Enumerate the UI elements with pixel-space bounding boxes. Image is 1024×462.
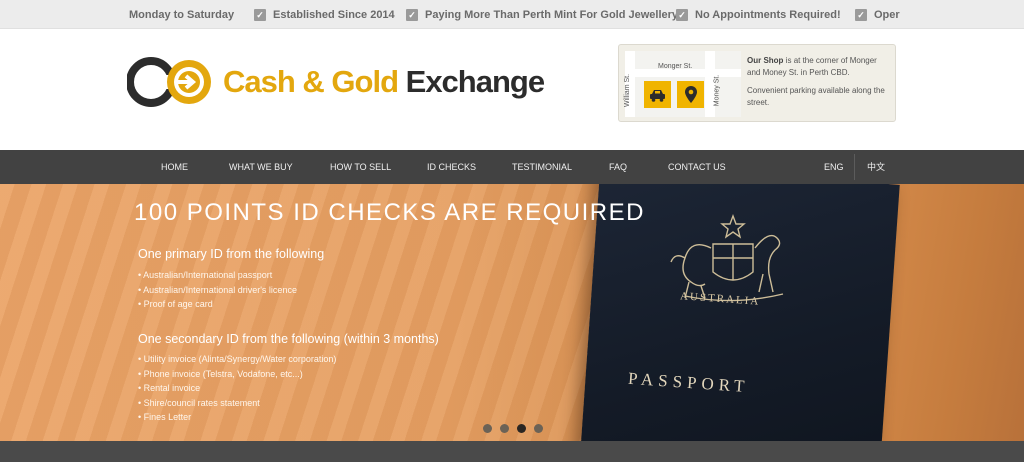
slider-pagination [483,424,551,433]
list-item-text: Proof of age card [143,299,213,310]
topbar-item-label: No Appointments Required! [695,8,841,21]
list-item-text: Australian/International driver's licenc… [143,284,297,295]
gold-coin-arrow-logo-icon [127,57,211,107]
nav-item-what-we-buy[interactable]: WHAT WE BUY [229,150,293,184]
content-strip [0,441,1024,462]
list-item: • Australian/International driver's lice… [138,284,297,295]
list-item: • Utility invoice (Alinta/Synergy/Water … [138,354,337,364]
primary-id-list: • Australian/International passport • Au… [138,268,297,312]
brand-name-part1: Cash & Gold [223,64,399,99]
slider-dot[interactable] [534,424,543,433]
map-road [625,69,741,77]
nav-item-contact-us[interactable]: CONTACT US [668,150,726,184]
shop-location-text: Our Shop is at the corner of Monger and … [747,55,892,115]
list-item-text: Phone invoice (Telstra, Vodafone, etc...… [143,368,303,379]
location-map[interactable]: Monger St. William St. Money St. [624,51,741,117]
topbar-item-label: Oper [874,8,900,21]
list-item: • Shire/council rates statement [138,397,260,408]
parking-text: Convenient parking available along the s… [747,86,885,107]
language-divider [854,154,855,180]
language-chinese-link[interactable]: 中文 [867,150,885,184]
topbar-item-hours: Monday to Saturday [129,0,234,29]
slider-dot-active[interactable] [517,424,526,433]
shop-location-box: Monger St. William St. Money St. Our Sho… [618,44,896,122]
hero-slider: AUSTRALIA PASSPORT 100 POINTS ID CHECKS … [0,184,1024,441]
topbar-item-no-appointments: ✓ No Appointments Required! [676,0,841,29]
list-item: • Phone invoice (Telstra, Vodafone, etc.… [138,368,303,379]
brand-name: Cash & Gold Exchange [223,64,545,100]
secondary-id-heading: One secondary ID from the following (wit… [138,332,439,346]
map-street-label: Money St. [713,74,721,107]
list-item-text: Shire/council rates statement [143,397,260,408]
top-info-bar: Monday to Saturday ✓ Established Since 2… [0,0,1024,29]
topbar-item-label: Paying More Than Perth Mint For Gold Jew… [425,8,679,21]
nav-item-faq[interactable]: FAQ [609,150,627,184]
shop-label: Our Shop [747,56,784,65]
topbar-item-label: Monday to Saturday [129,8,235,21]
nav-item-testimonial[interactable]: TESTIMONIAL [512,150,572,184]
list-item-text: Rental invoice [143,383,201,394]
main-navigation: HOME WHAT WE BUY HOW TO SELL ID CHECKS T… [0,150,1024,184]
checkbox-icon: ✓ [676,8,688,21]
checkbox-icon: ✓ [254,8,266,21]
list-item-text: Fines Letter [143,412,192,423]
topbar-item-label: Established Since 2014 [273,8,395,21]
slider-dot[interactable] [500,424,509,433]
topbar-item-established: ✓ Established Since 2014 [254,0,395,29]
location-pin-icon [677,81,704,108]
list-item: • Rental invoice [138,383,201,394]
shop-address: Our Shop is at the corner of Monger and … [747,55,892,79]
nav-item-home[interactable]: HOME [161,150,188,184]
topbar-item-open: ✓ Oper [855,0,900,29]
site-logo-link[interactable]: Cash & Gold Exchange [127,57,567,107]
list-item: • Proof of age card [138,299,213,310]
map-street-label: William St. [624,73,632,108]
list-item: • Australian/International passport [138,270,273,280]
language-english-link[interactable]: ENG [824,150,844,184]
hero-title: 100 POINTS ID CHECKS ARE REQUIRED [134,199,645,226]
checkbox-icon: ✓ [406,8,418,21]
topbar-item-paying: ✓ Paying More Than Perth Mint For Gold J… [406,0,678,29]
nav-item-how-to-sell[interactable]: HOW TO SELL [330,150,391,184]
map-street-label: Monger St. [658,63,693,70]
nav-item-id-checks[interactable]: ID CHECKS [427,150,476,184]
secondary-id-list: • Utility invoice (Alinta/Synergy/Water … [138,352,336,425]
primary-id-heading: One primary ID from the following [138,247,325,261]
list-item: • Fines Letter [138,412,192,423]
slider-dot[interactable] [483,424,492,433]
list-item-text: Australian/International passport [143,270,273,280]
brand-name-part2: Exchange [405,64,545,99]
checkbox-icon: ✓ [855,8,867,21]
site-header: Cash & Gold Exchange Monger St. William … [0,29,1024,150]
car-icon [644,81,671,108]
list-item-text: Utility invoice (Alinta/Synergy/Water co… [143,354,337,364]
